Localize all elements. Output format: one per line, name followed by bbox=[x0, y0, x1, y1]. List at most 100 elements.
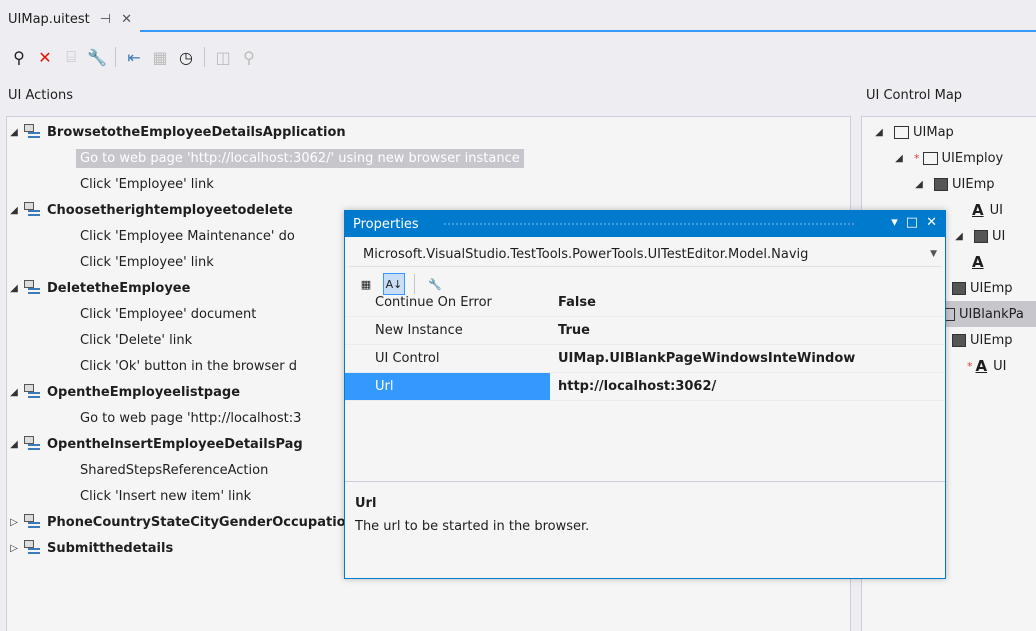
control-label: UIEmploy bbox=[941, 150, 1004, 166]
document-tab-bar: UIMap.uitest ⊣ ✕ bbox=[0, 0, 1036, 32]
control-icon bbox=[974, 229, 988, 243]
control-label: UIMap bbox=[913, 124, 954, 140]
collapse-arrow-icon[interactable]: ◢ bbox=[7, 205, 21, 216]
pin-icon[interactable]: ⊣ bbox=[100, 12, 111, 27]
property-row[interactable]: Url http://localhost:3062/ bbox=[345, 373, 945, 401]
method-icon bbox=[23, 202, 43, 218]
method-icon bbox=[23, 384, 43, 400]
control-map-item[interactable]: ◢ * UIEmploy bbox=[862, 145, 1036, 171]
description-title: Url bbox=[355, 496, 377, 511]
action-group[interactable]: ◢ Choosetherightemployeetodelete bbox=[7, 197, 293, 223]
action-item[interactable]: Click 'Insert new item' link bbox=[7, 483, 251, 509]
action-item[interactable]: Click 'Employee' link bbox=[7, 249, 214, 275]
control-map-item[interactable]: ◢ UIMap bbox=[862, 119, 1036, 145]
collapse-arrow-icon[interactable]: ◢ bbox=[872, 127, 886, 138]
action-item[interactable]: SharedStepsReferenceAction bbox=[7, 457, 268, 483]
control-icon bbox=[934, 177, 948, 191]
action-label: Click 'Employee' link bbox=[80, 254, 214, 270]
action-label: Submitthedetails bbox=[47, 540, 174, 556]
property-row[interactable]: Continue On Error False bbox=[345, 289, 945, 317]
drag-grip[interactable] bbox=[443, 222, 855, 227]
method-icon bbox=[23, 124, 43, 140]
property-name: New Instance bbox=[375, 323, 463, 338]
properties-title-bar[interactable]: Properties ▾ □ ✕ bbox=[345, 211, 945, 237]
object-type-selector[interactable]: Microsoft.VisualStudio.TestTools.PowerTo… bbox=[349, 243, 941, 267]
control-label: UIEmp bbox=[970, 280, 1013, 296]
collapse-arrow-icon[interactable]: ◢ bbox=[7, 127, 21, 138]
action-item[interactable]: Click 'Employee' link bbox=[7, 171, 214, 197]
action-label: Click 'Employee' document bbox=[80, 306, 257, 322]
collapse-arrow-icon[interactable]: ◢ bbox=[7, 387, 21, 398]
control-label: UIEmp bbox=[970, 332, 1013, 348]
toolbar-separator bbox=[204, 47, 205, 67]
action-group[interactable]: ◢ DeletetheEmployee bbox=[7, 275, 190, 301]
expand-arrow-icon[interactable]: ▷ bbox=[7, 543, 21, 554]
ui-control-map-heading: UI Control Map bbox=[866, 88, 963, 103]
action-label: OpentheInsertEmployeeDetailsPag bbox=[47, 436, 303, 452]
dropdown-icon[interactable]: ▾ bbox=[891, 215, 898, 230]
collapse-arrow-icon[interactable]: ◢ bbox=[7, 283, 21, 294]
text-control-icon: A bbox=[972, 253, 984, 271]
property-name: UI Control bbox=[375, 351, 440, 366]
editor-toolbar: ⚲ ✕ ⌸ 🔧 ⇤ ▦ ◷ ◫ ⚲ bbox=[0, 34, 1036, 80]
property-value[interactable]: http://localhost:3062/ bbox=[550, 373, 945, 400]
control-icon bbox=[952, 333, 966, 347]
action-label: Click 'Employee' link bbox=[80, 176, 214, 192]
action-label: Go to web page 'http://localhost:3062/' … bbox=[76, 148, 524, 168]
text-control-icon: A bbox=[975, 357, 988, 375]
close-icon[interactable]: ✕ bbox=[121, 12, 132, 27]
action-group[interactable]: ◢ OpentheEmployeelistpage bbox=[7, 379, 240, 405]
property-value[interactable]: False bbox=[550, 289, 945, 316]
maximize-icon[interactable]: □ bbox=[906, 215, 918, 230]
collapse-arrow-icon[interactable]: ◢ bbox=[952, 231, 966, 242]
control-map-item[interactable]: ◢ UIEmp bbox=[862, 171, 1036, 197]
search-icon[interactable]: ⚲ bbox=[238, 46, 260, 68]
locate-icon[interactable]: ◫ bbox=[212, 46, 234, 68]
delete-icon[interactable]: ✕ bbox=[34, 46, 56, 68]
action-item[interactable]: Click 'Employee Maintenance' do bbox=[7, 223, 295, 249]
control-label: UI bbox=[989, 202, 1003, 218]
expand-arrow-icon[interactable]: ▷ bbox=[7, 517, 21, 528]
toolbar-separator bbox=[115, 47, 116, 67]
property-row[interactable]: UI Control UIMap.UIBlankPageWindowsInteWi… bbox=[345, 345, 945, 373]
clock-icon[interactable]: ◷ bbox=[175, 46, 197, 68]
find-icon[interactable]: ⚲ bbox=[8, 46, 30, 68]
action-item[interactable]: Click 'Delete' link bbox=[7, 327, 192, 353]
text-control-icon: A bbox=[972, 201, 984, 219]
property-name: Continue On Error bbox=[375, 295, 492, 310]
action-item[interactable]: Click 'Employee' document bbox=[7, 301, 256, 327]
property-value[interactable]: True bbox=[550, 317, 945, 344]
wrench-icon[interactable]: 🔧 bbox=[86, 46, 108, 68]
property-row[interactable]: New Instance True bbox=[345, 317, 945, 345]
insert-delay-icon[interactable]: ▦ bbox=[149, 46, 171, 68]
close-icon[interactable]: ✕ bbox=[926, 215, 937, 230]
move-code-icon[interactable]: ⇤ bbox=[123, 46, 145, 68]
action-item[interactable]: Go to web page 'http://localhost:3 bbox=[7, 405, 301, 431]
modified-marker-icon: * bbox=[967, 359, 973, 373]
action-label: Click 'Insert new item' link bbox=[80, 488, 252, 504]
action-item[interactable]: Go to web page 'http://localhost:3062/' … bbox=[7, 145, 524, 171]
action-label: OpentheEmployeelistpage bbox=[47, 384, 241, 400]
document-tab[interactable]: UIMap.uitest ⊣ ✕ bbox=[0, 6, 140, 32]
chevron-down-icon: ▼ bbox=[930, 249, 937, 259]
collapse-arrow-icon[interactable]: ◢ bbox=[912, 179, 926, 190]
action-group[interactable]: ▷ Submitthedetails bbox=[7, 535, 173, 561]
control-label: UI bbox=[992, 228, 1006, 244]
control-label: UIEmp bbox=[952, 176, 995, 192]
properties-title: Properties bbox=[353, 216, 419, 232]
action-label: Click 'Employee Maintenance' do bbox=[80, 228, 295, 244]
action-group[interactable]: ◢ BrowsetotheEmployeeDetailsApplication bbox=[7, 119, 346, 145]
collapse-arrow-icon[interactable]: ◢ bbox=[7, 439, 21, 450]
property-value[interactable]: UIMap.UIBlankPageWindowsInteWindow bbox=[550, 345, 945, 372]
collapse-arrow-icon[interactable]: ◢ bbox=[892, 153, 906, 164]
window-icon bbox=[894, 125, 909, 139]
control-label: UIBlankPa bbox=[959, 306, 1024, 322]
action-label: Go to web page 'http://localhost:3 bbox=[80, 410, 302, 426]
split-icon[interactable]: ⌸ bbox=[60, 46, 82, 68]
action-item[interactable]: Click 'Ok' button in the browser d bbox=[7, 353, 297, 379]
method-icon bbox=[23, 280, 43, 296]
action-label: SharedStepsReferenceAction bbox=[80, 462, 269, 478]
ui-actions-heading: UI Actions bbox=[8, 88, 73, 103]
action-group[interactable]: ◢ OpentheInsertEmployeeDetailsPag bbox=[7, 431, 303, 457]
method-icon bbox=[23, 514, 43, 530]
